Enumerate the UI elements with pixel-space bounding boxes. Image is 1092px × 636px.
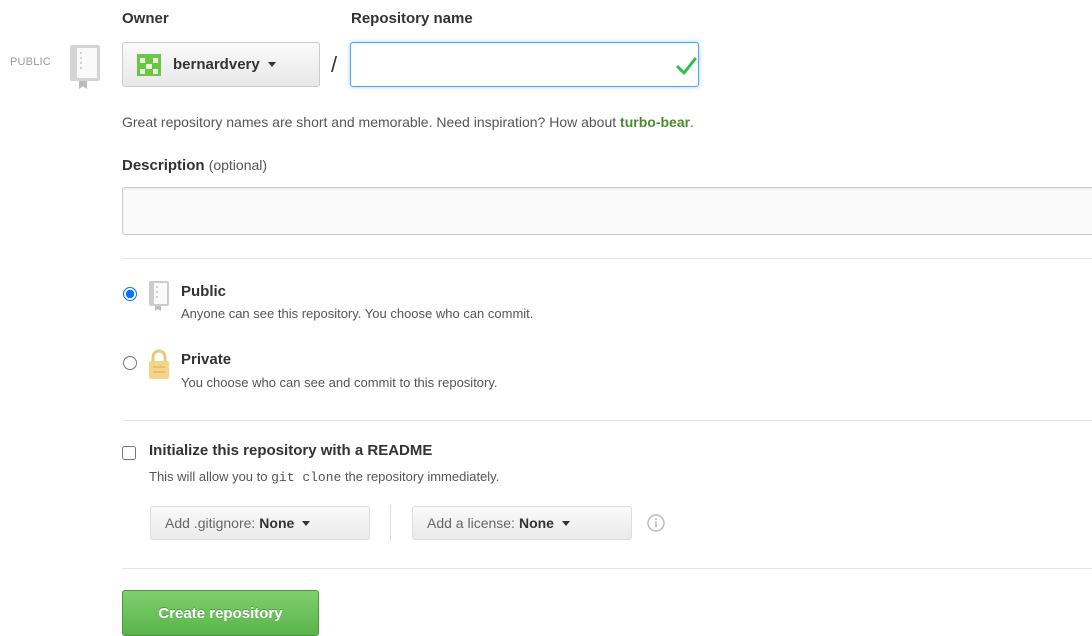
owner-label: Owner: [122, 10, 169, 27]
description-input[interactable]: [122, 187, 1092, 235]
create-repository-button[interactable]: Create repository: [122, 590, 319, 636]
repo-book-icon: [70, 45, 100, 89]
divider: [122, 258, 1092, 259]
repo-book-icon: [149, 281, 169, 311]
check-icon: [676, 57, 697, 75]
divider: [122, 420, 1092, 421]
repository-name-help: Great repository names are short and mem…: [122, 114, 694, 130]
owner-repo-separator: /: [331, 52, 338, 77]
caret-down-icon: [561, 520, 570, 526]
private-option-title: Private: [181, 351, 232, 368]
description-label: Description (optional): [122, 157, 268, 174]
public-option-title: Public: [181, 283, 227, 300]
owner-avatar-icon: [137, 53, 161, 76]
public-option-description: Anyone can see this repository. You choo…: [181, 306, 534, 321]
repository-name-input[interactable]: [350, 42, 699, 87]
private-radio[interactable]: [123, 356, 137, 370]
divider: [390, 505, 391, 541]
init-readme-description: This will allow you to git clone the rep…: [149, 469, 500, 485]
license-dropdown[interactable]: Add a license: None: [412, 506, 632, 540]
repository-name-label: Repository name: [351, 10, 473, 27]
public-radio[interactable]: [123, 287, 137, 301]
gitignore-dropdown[interactable]: Add .gitignore: None: [150, 506, 370, 540]
init-readme-checkbox[interactable]: [122, 446, 136, 460]
init-readme-title: Initialize this repository with a README: [149, 442, 433, 459]
name-suggestion-link[interactable]: turbo-bear: [620, 114, 690, 130]
info-icon[interactable]: [646, 513, 666, 533]
caret-down-icon: [302, 520, 311, 526]
private-option-description: You choose who can see and commit to thi…: [181, 375, 498, 390]
divider: [122, 568, 1092, 569]
lock-icon: [149, 349, 169, 379]
owner-name: bernardvery: [173, 56, 260, 73]
owner-dropdown[interactable]: bernardvery: [122, 42, 320, 87]
caret-down-icon: [267, 62, 276, 67]
visibility-tag: PUBLIC: [10, 56, 51, 68]
